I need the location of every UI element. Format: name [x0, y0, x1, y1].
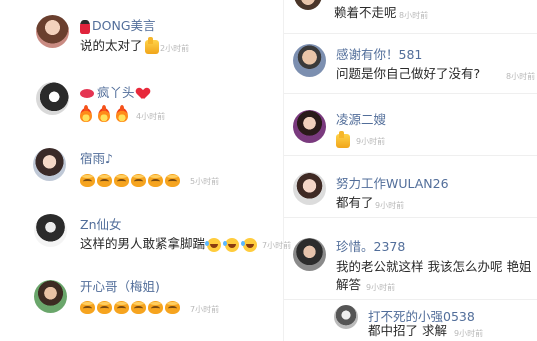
comment-item: Zn仙女 这样的男人敢紧拿脚踹 7小时前	[0, 202, 291, 270]
cute-face-icon	[80, 301, 95, 314]
comment-timestamp: 8小时前	[399, 11, 429, 20]
username-label[interactable]: 珍惜。2378	[336, 236, 405, 255]
cute-face-icon	[148, 174, 163, 187]
cute-face-icon	[148, 301, 163, 314]
comment-timestamp: 9小时前	[356, 137, 386, 146]
laugh-icon	[205, 237, 222, 252]
comment-timestamp: 9小时前	[375, 201, 405, 210]
comment-timestamp: 9小时前	[454, 329, 484, 338]
user-avatar[interactable]	[334, 305, 358, 329]
username-label[interactable]: 开心哥（梅姐)	[80, 276, 160, 295]
cute-face-icon	[97, 301, 112, 314]
username-label[interactable]: DONG美言	[80, 15, 156, 34]
left-comment-column: DONG美言 说的太对了 2小时前 疯丫头 4小时前 宿雨♪ 5小时前 Zn仙女…	[0, 0, 291, 341]
comment-item: 开心哥（梅姐) 7小时前	[0, 270, 284, 341]
heart-icon	[137, 88, 149, 99]
comment-timestamp: 7小时前	[190, 305, 220, 314]
user-avatar[interactable]	[293, 172, 326, 205]
comment-text: 都中招了 求解	[368, 323, 447, 338]
user-avatar[interactable]	[294, 0, 322, 10]
comment-item: 努力工作WULAN26 都有了 9小时前	[284, 156, 537, 218]
fire-icon	[116, 104, 128, 122]
user-avatar[interactable]	[34, 214, 67, 247]
cute-face-icon	[97, 174, 112, 187]
username-label[interactable]: 凌源二嫂	[336, 109, 386, 128]
comment-timestamp: 5小时前	[190, 177, 220, 186]
comment-item: 打不死的小强0538 都中招了 求解 9小时前	[284, 300, 537, 341]
comment-text: 这样的男人敢紧拿脚踹	[80, 235, 258, 253]
cute-face-icon	[165, 301, 180, 314]
laugh-icon	[223, 237, 240, 252]
comment-text-line: 我的老公就这样 我该怎么办呢 艳姐	[336, 259, 532, 274]
user-avatar[interactable]	[33, 148, 66, 181]
fire-icon	[80, 104, 92, 122]
comment-text: 问题是你自己做好了没有?	[336, 66, 481, 81]
comment-timestamp: 2小时前	[160, 44, 190, 53]
comment-text: 都有了	[336, 195, 374, 210]
comment-text-line: 解答	[336, 277, 362, 292]
username-label[interactable]: Zn仙女	[80, 214, 122, 233]
username-label[interactable]: 努力工作WULAN26	[336, 173, 449, 192]
laugh-icon	[241, 237, 258, 252]
cute-face-icon	[80, 174, 95, 187]
comment-item: 赖着不走呢 8小时前	[284, 0, 537, 34]
comment-text	[80, 104, 128, 123]
comment-text	[80, 298, 181, 316]
user-avatar[interactable]	[293, 44, 326, 77]
comment-item: 凌源二嫂 9小时前	[284, 94, 537, 156]
comment-item: 宿雨♪ 5小时前	[0, 134, 284, 202]
dancer-icon	[80, 19, 90, 34]
cute-face-icon	[114, 301, 129, 314]
comment-item: 疯丫头 4小时前	[0, 66, 284, 134]
user-avatar[interactable]	[36, 82, 69, 115]
comment-item: DONG美言 说的太对了 2小时前	[0, 0, 284, 66]
comment-item: 感谢有你！581 问题是你自己做好了没有? 8小时前	[284, 34, 537, 94]
username-label[interactable]: 宿雨♪	[80, 148, 113, 167]
user-avatar[interactable]	[36, 15, 69, 48]
cute-face-icon	[114, 174, 129, 187]
comment-text: 说的太对了	[80, 36, 159, 55]
comment-timestamp: 9小时前	[366, 283, 396, 292]
right-comment-column: 赖着不走呢 8小时前 感谢有你！581 问题是你自己做好了没有? 8小时前 凌源…	[284, 0, 537, 341]
comment-text	[80, 171, 181, 189]
comment-feed-screenshot: DONG美言 说的太对了 2小时前 疯丫头 4小时前 宿雨♪ 5小时前 Zn仙女…	[0, 0, 537, 341]
user-avatar[interactable]	[34, 280, 67, 313]
comment-timestamp: 4小时前	[136, 112, 166, 121]
user-avatar[interactable]	[293, 238, 326, 271]
cute-face-icon	[131, 301, 146, 314]
comment-text: 赖着不走呢	[334, 5, 397, 20]
thumbs-up-icon	[336, 130, 350, 148]
thumbs-up-icon	[144, 36, 159, 54]
username-label[interactable]: 疯丫头	[80, 82, 149, 101]
cute-face-icon	[165, 174, 180, 187]
comment-text	[336, 130, 350, 149]
comment-item: 珍惜。2378 我的老公就这样 我该怎么办呢 艳姐 解答 9小时前	[284, 218, 537, 300]
comment-timestamp: 8小时前	[506, 72, 536, 81]
user-avatar[interactable]	[293, 110, 326, 143]
cute-face-icon	[131, 174, 146, 187]
fire-icon	[98, 104, 110, 122]
lips-icon	[80, 89, 94, 98]
username-label[interactable]: 感谢有你！581	[336, 44, 422, 63]
